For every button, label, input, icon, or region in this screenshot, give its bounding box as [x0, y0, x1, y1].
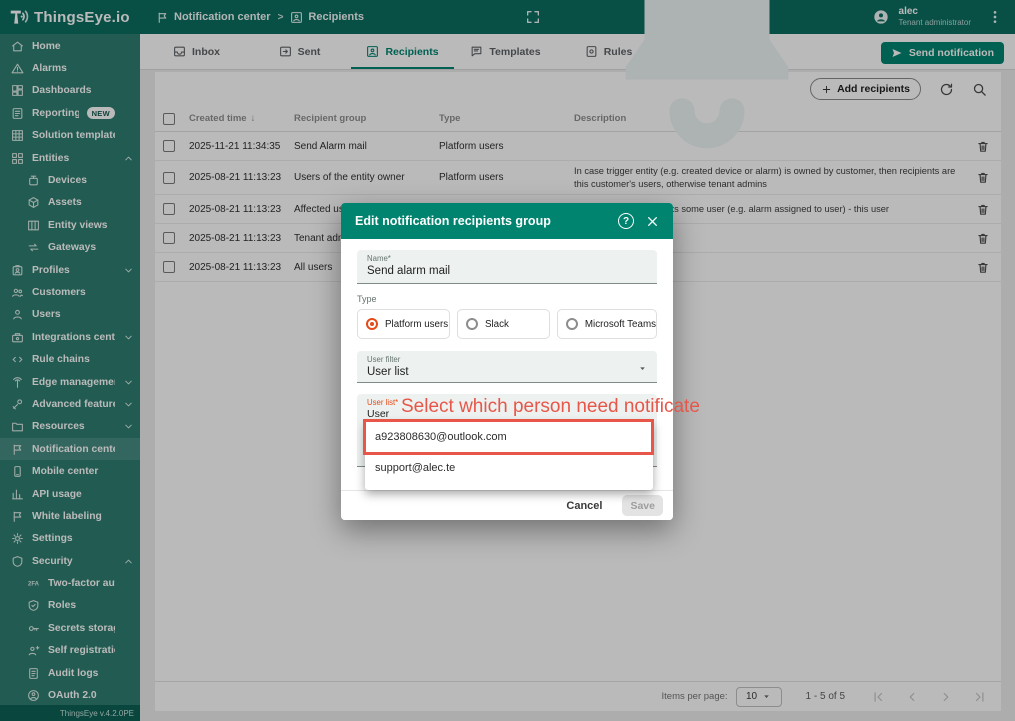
dialog-title: Edit notification recipients group: [355, 214, 551, 228]
type-section-label: Type: [357, 294, 377, 304]
dialog-header: Edit notification recipients group ?: [341, 203, 673, 239]
cancel-button[interactable]: Cancel: [566, 500, 602, 512]
user-filter-label: User filter: [367, 355, 401, 364]
help-icon[interactable]: ?: [618, 213, 634, 229]
name-field-value: Send alarm mail: [367, 265, 451, 277]
type-option[interactable]: Platform users: [357, 309, 450, 339]
user-list-input-value: User: [367, 408, 390, 420]
close-icon[interactable]: [646, 215, 659, 228]
user-autocomplete-dropdown: a923808630@outlook.com support@alec.te: [365, 421, 653, 490]
user-filter-select[interactable]: User filter User list: [357, 351, 657, 383]
caret-down-icon: [638, 364, 647, 373]
user-list-label: User list*: [367, 398, 399, 407]
type-option-label: Microsoft Teams: [584, 318, 657, 330]
user-option[interactable]: a923808630@outlook.com: [365, 421, 653, 452]
type-option[interactable]: Slack: [456, 309, 550, 339]
user-filter-value: User list: [367, 366, 409, 378]
save-button: Save: [622, 495, 663, 516]
type-option-label: Slack: [484, 318, 509, 330]
annotation-text: Select which person need notificate: [401, 396, 700, 417]
radio-icon: [465, 318, 478, 330]
user-option[interactable]: support@alec.te: [365, 452, 653, 483]
dialog-footer: Cancel Save: [341, 490, 673, 520]
name-field[interactable]: Name* Send alarm mail: [357, 250, 657, 284]
radio-icon: [565, 318, 578, 330]
name-field-label: Name*: [367, 254, 391, 263]
radio-icon: [366, 318, 378, 330]
type-option-label: Platform users: [385, 318, 449, 330]
type-option[interactable]: Microsoft Teams: [556, 309, 658, 339]
